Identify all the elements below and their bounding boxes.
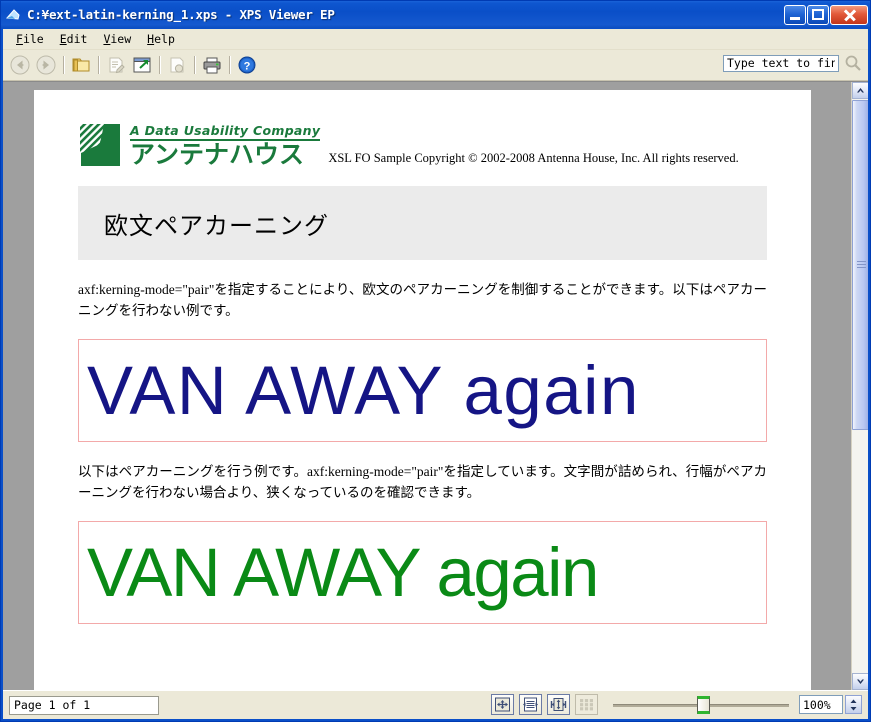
svg-text:?: ? [244, 60, 251, 72]
open-folder-icon[interactable] [68, 53, 94, 77]
vertical-scrollbar[interactable] [851, 82, 868, 690]
paragraph-2: 以下はペアカーニングを行う例です。axf:kerning-mode="pair"… [78, 464, 767, 501]
document-app-icon [5, 7, 22, 23]
back-icon[interactable] [7, 53, 33, 77]
scroll-thumb[interactable] [852, 100, 868, 430]
toolbar-separator [159, 56, 160, 74]
section-heading-band: 欧文ペアカーニング [78, 186, 767, 261]
open-in-window-icon[interactable] [129, 53, 155, 77]
view-controls-group [491, 694, 862, 715]
toolbar-separator [98, 56, 99, 74]
document-copyright: XSL FO Sample Copyright © 2002-2008 Ante… [328, 151, 739, 166]
zoom-stepper[interactable] [845, 695, 862, 714]
menu-item-view[interactable]: View [95, 30, 139, 48]
logo-tagline: A Data Usability Company [130, 123, 321, 141]
window-client-area: File Edit View Help ? Type text to find…… [3, 28, 868, 719]
search-icon[interactable] [842, 53, 864, 73]
scroll-up-icon[interactable] [852, 82, 868, 99]
toolbar-separator [229, 56, 230, 74]
toolbar-separator [194, 56, 195, 74]
toolbar-separator [63, 56, 64, 74]
fit-width-button[interactable] [519, 694, 542, 715]
sample-text-pair-kerning: VAN AWAY again [87, 533, 599, 611]
logo-text-block: A Data Usability Company アンテナハウス [130, 122, 321, 169]
find-input[interactable] [723, 54, 839, 72]
toolbar: ? [3, 50, 868, 81]
minimize-button[interactable] [784, 4, 806, 25]
zoom-level-input[interactable] [799, 695, 843, 714]
zoom-slider[interactable] [611, 694, 791, 715]
maximize-button[interactable] [807, 4, 829, 25]
find-toolbar-group [723, 53, 864, 73]
paragraph-1: axf:kerning-mode="pair"を指定することにより、欧文のペアカ… [78, 282, 767, 319]
sample-text-no-kerning: VAN AWAY again [87, 352, 640, 430]
zoom-slider-thumb[interactable] [697, 696, 710, 714]
menu-item-file[interactable]: File [8, 30, 52, 48]
forward-icon[interactable] [33, 53, 59, 77]
document-search-icon[interactable] [164, 53, 190, 77]
document-logo-header: A Data Usability Company アンテナハウス XSL FO … [78, 122, 767, 168]
logo-company-name-jp: アンテナハウス [130, 140, 305, 169]
document-viewport[interactable]: A Data Usability Company アンテナハウス XSL FO … [3, 81, 868, 690]
document-properties-icon[interactable] [103, 53, 129, 77]
menu-item-edit[interactable]: Edit [52, 30, 96, 48]
menu-bar: File Edit View Help [3, 29, 868, 50]
sample-box-pair-kerning: VAN AWAY again [78, 520, 767, 624]
page-title: 欧文ペアカーニング [104, 211, 329, 240]
window-title: C:¥ext-latin-kerning_1.xps - XPS Viewer … [27, 7, 335, 22]
document-page: A Data Usability Company アンテナハウス XSL FO … [34, 90, 811, 690]
sample-box-no-kerning: VAN AWAY again [78, 339, 767, 443]
fit-height-button[interactable] [547, 694, 570, 715]
print-icon[interactable] [199, 53, 225, 77]
page-indicator-input[interactable] [9, 695, 159, 715]
scroll-down-icon[interactable] [852, 673, 868, 690]
close-button[interactable] [830, 4, 868, 25]
title-bar[interactable]: C:¥ext-latin-kerning_1.xps - XPS Viewer … [1, 1, 870, 28]
help-icon[interactable]: ? [234, 53, 260, 77]
antenna-house-logo-mark [78, 122, 128, 168]
fit-page-button[interactable] [491, 694, 514, 715]
xps-viewer-window: C:¥ext-latin-kerning_1.xps - XPS Viewer … [0, 0, 871, 722]
menu-item-help[interactable]: Help [139, 30, 183, 48]
thumbnail-view-button[interactable] [575, 694, 598, 715]
scroll-thumb-grip [857, 261, 866, 269]
status-bar [3, 690, 868, 719]
